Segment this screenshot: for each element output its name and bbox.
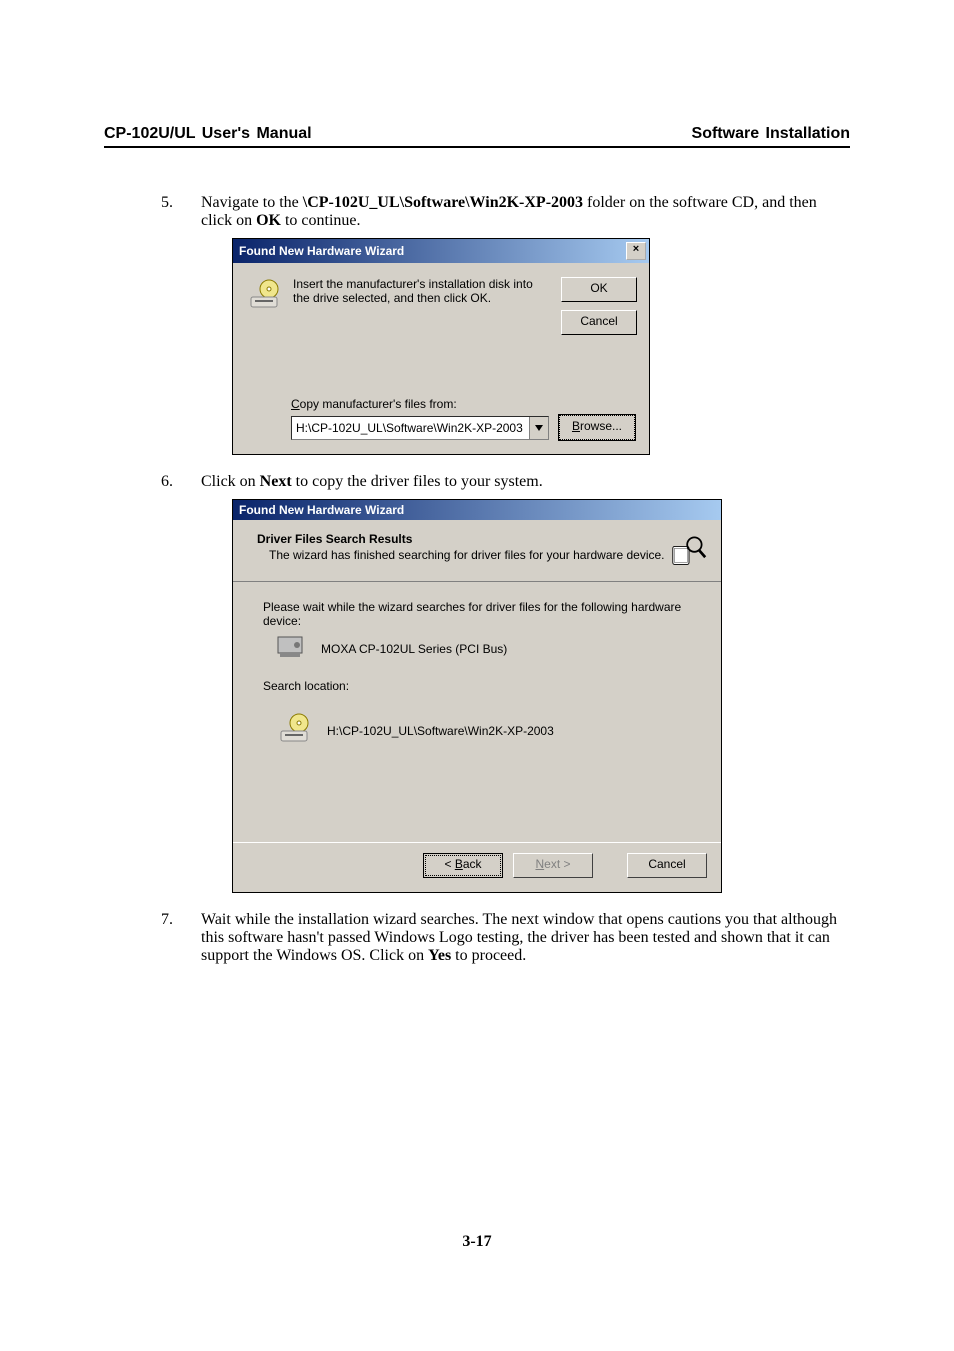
header-right: Software Installation (692, 125, 850, 143)
path-text: \CP-102U_UL\Software\Win2K-XP-2003 (303, 194, 583, 211)
step-text: Wait while the installation wizard searc… (201, 911, 850, 965)
dropdown-arrow-icon[interactable] (529, 417, 548, 439)
path-value: H:\CP-102U_UL\Software\Win2K-XP-2003 (292, 421, 529, 435)
back-button[interactable]: < Back< Back (423, 853, 503, 878)
ok-button[interactable]: OK (561, 277, 637, 302)
found-hardware-dialog-small: Found New Hardware Wizard × Insert the m… (232, 238, 650, 455)
dialog-titlebar[interactable]: Found New Hardware Wizard (233, 500, 721, 520)
wait-text: Please wait while the wizard searches fo… (263, 600, 691, 628)
search-path: H:\CP-102U_UL\Software\Win2K-XP-2003 (327, 724, 554, 738)
step-number: 7. (104, 911, 201, 965)
text: to proceed. (451, 947, 526, 964)
text: to copy the driver files to your system. (292, 473, 543, 490)
device-name: MOXA CP-102UL Series (PCI Bus) (321, 642, 507, 656)
next-button[interactable]: Next >Next > (513, 853, 593, 878)
dialog-titlebar[interactable]: Found New Hardware Wizard × (233, 239, 649, 263)
text: Click on (201, 473, 260, 490)
dialog-headline: Driver Files Search Results (257, 532, 665, 546)
cancel-button[interactable]: Cancel (627, 853, 707, 878)
dialog-message: Insert the manufacturer's installation d… (293, 277, 551, 335)
step-number: 5. (104, 194, 201, 230)
found-hardware-dialog-large: Found New Hardware Wizard Driver Files S… (232, 499, 722, 893)
page-header: CP-102U/UL User's Manual Software Instal… (104, 125, 850, 148)
cancel-button[interactable]: Cancel (561, 310, 637, 335)
cd-disk-icon (247, 277, 283, 335)
search-location-label: Search location: (263, 679, 691, 693)
cd-disk-icon (277, 711, 313, 750)
browse-button[interactable]: Browse...Browse... (559, 415, 635, 440)
header-left: CP-102U/UL User's Manual (104, 125, 312, 143)
text: OK (256, 212, 281, 229)
step-7: 7. Wait while the installation wizard se… (104, 911, 850, 965)
step-text: Navigate to the \CP-102U_UL\Software\Win… (201, 194, 850, 230)
close-icon[interactable]: × (626, 242, 646, 260)
step-number: 6. (104, 473, 201, 491)
copy-files-label: CCopy manufacturer's files from:opy manu… (291, 397, 635, 411)
step-5: 5. Navigate to the \CP-102U_UL\Software\… (104, 194, 850, 230)
dialog-subline: The wizard has finished searching for dr… (269, 548, 665, 562)
dialog-title: Found New Hardware Wizard (239, 244, 404, 258)
step-6: 6. Click on Next to copy the driver file… (104, 473, 850, 491)
dialog-title: Found New Hardware Wizard (239, 503, 404, 517)
path-combobox[interactable]: H:\CP-102U_UL\Software\Win2K-XP-2003 (291, 416, 549, 440)
text: to continue. (281, 212, 361, 229)
text: Next (260, 473, 292, 490)
page-number: 3-17 (0, 1233, 954, 1251)
text: Yes (428, 947, 451, 964)
pci-card-icon (277, 636, 307, 661)
text: Navigate to the (201, 194, 303, 211)
hardware-search-icon (671, 532, 707, 571)
dialog-header-area: Driver Files Search Results The wizard h… (233, 520, 721, 582)
step-text: Click on Next to copy the driver files t… (201, 473, 850, 491)
